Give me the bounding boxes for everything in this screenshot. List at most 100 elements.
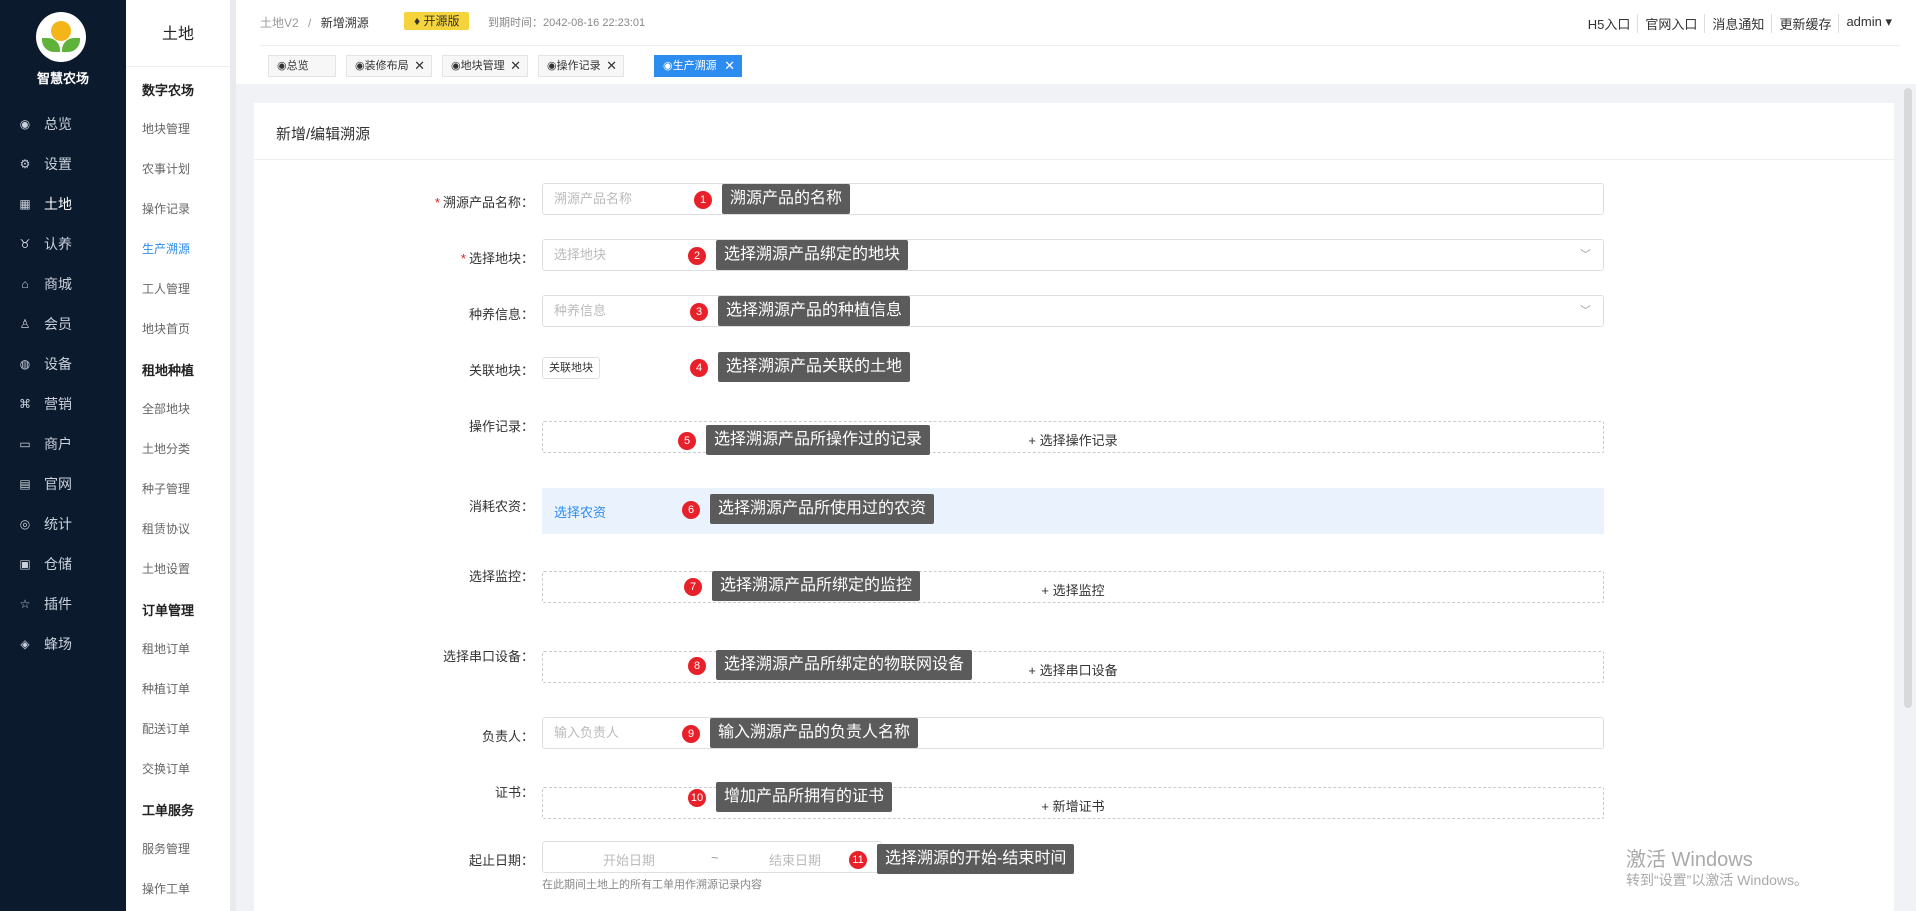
sidebar-item-bee[interactable]: ◈ 蜂场 (18, 629, 118, 659)
date-hint: 在此期间土地上的所有工单用作溯源记录内容 (542, 879, 762, 891)
sidebar-item-adopt[interactable]: ♉ 认养 (18, 229, 118, 259)
cert-label: 证书： (494, 785, 534, 800)
tab-operation-records[interactable]: ◉操作记录 ✕ (538, 55, 624, 77)
bee-icon: ◈ (20, 637, 30, 651)
submenu-item-delivery-orders[interactable]: 配送订单 (142, 720, 190, 737)
sidebar-item-plugin[interactable]: ☆ 插件 (18, 589, 118, 619)
select-monitor-button[interactable]: + 选择监控 (543, 580, 1603, 599)
end-date-input[interactable]: 结束日期 (769, 850, 821, 869)
sidebar-item-stats[interactable]: ◎ 统计 (18, 509, 118, 539)
close-icon[interactable]: ✕ (414, 56, 425, 76)
nav-h5-entry[interactable]: H5入口 (1581, 14, 1639, 33)
select-ops-box[interactable]: + 选择操作记录 (542, 421, 1604, 453)
submenu-item-land-category[interactable]: 土地分类 (142, 440, 190, 457)
callout-tooltip: 选择溯源产品关联的土地 (718, 352, 911, 382)
farm-logo (36, 12, 86, 62)
breadcrumb-root[interactable]: 土地V2 (260, 16, 299, 30)
select-farm-supplies-link[interactable]: 选择农资 (554, 502, 606, 521)
warehouse-icon: ▣ (19, 557, 31, 571)
submenu-item-land-settings[interactable]: 土地设置 (142, 560, 190, 577)
submenu-item-plot-home[interactable]: 地块首页 (142, 320, 190, 337)
marketing-icon: ⌘ (19, 397, 31, 411)
close-icon[interactable]: ✕ (606, 56, 617, 76)
monitor-label: 选择监控： (468, 569, 534, 584)
submenu-item-farming-plan[interactable]: 农事计划 (142, 160, 190, 177)
grid-icon: ▦ (19, 197, 31, 211)
tab-plot-management[interactable]: ◉地块管理 ✕ (442, 55, 528, 77)
callout-number: 9 (682, 725, 700, 743)
submenu-item-plot-management[interactable]: 地块管理 (142, 120, 190, 137)
submenu-item-rent-orders[interactable]: 租地订单 (142, 640, 190, 657)
sidebar-item-website[interactable]: ▤ 官网 (18, 469, 118, 499)
callout-tooltip: 选择溯源产品绑定的地块 (716, 240, 909, 270)
callout-tooltip: 输入溯源产品的负责人名称 (710, 718, 919, 748)
submenu-item-work-orders[interactable]: 操作工单 (142, 880, 190, 897)
submenu-item-lease-agreement[interactable]: 租赁协议 (142, 520, 190, 537)
sidebar-item-land[interactable]: ▦ 土地 (18, 189, 132, 219)
callout-number: 11 (849, 851, 867, 869)
sidebar-item-warehouse[interactable]: ▣ 仓储 (18, 549, 118, 579)
breadcrumb-current: 新增溯源 (320, 16, 369, 30)
sidebar-item-mall[interactable]: ⌂ 商城 (18, 269, 118, 299)
submenu-item-seed-management[interactable]: 种子管理 (142, 480, 190, 497)
submenu-item-worker-management[interactable]: 工人管理 (142, 280, 190, 297)
owner-input[interactable]: 输入负责人 (542, 717, 1604, 749)
sidebar-item-settings[interactable]: ⚙ 设置 (18, 149, 118, 179)
sidebar-item-merchant[interactable]: ▭ 商户 (18, 429, 118, 459)
gear-icon: ⚙ (19, 157, 31, 171)
callout-tooltip: 选择溯源产品所操作过的记录 (706, 425, 931, 455)
nav-notifications[interactable]: 消息通知 (1705, 14, 1773, 33)
brand-name: 智慧农场 (36, 71, 89, 86)
divider (126, 66, 230, 67)
submenu-item-exchange-orders[interactable]: 交换订单 (142, 760, 190, 777)
callout-tooltip: 选择溯源的开始-结束时间 (877, 844, 1075, 874)
stats-icon: ◎ (19, 517, 31, 531)
tab-decoration-layout[interactable]: ◉装修布局 ✕ (346, 55, 432, 77)
submenu-group-orders: 订单管理 (142, 603, 195, 618)
member-icon: ♙ (19, 317, 31, 331)
divider (254, 159, 1894, 160)
farm-supplies-box: 选择农资 (542, 488, 1604, 534)
merchant-icon: ▭ (19, 437, 31, 451)
callout-number: 8 (688, 657, 706, 675)
device-icon: ◍ (19, 357, 31, 371)
start-date-input[interactable]: 开始日期 (603, 850, 655, 869)
submenu-group-work-service: 工单服务 (142, 803, 195, 818)
tab-production-trace[interactable]: ◉生产溯源 ✕ (654, 55, 742, 77)
sidebar-item-member[interactable]: ♙ 会员 (18, 309, 118, 339)
page-scrollbar[interactable] (1904, 88, 1912, 708)
callout-number: 7 (684, 578, 702, 596)
store-icon: ⌂ (21, 277, 29, 291)
owner-label: 负责人： (481, 729, 534, 744)
chevron-down-icon: ﹀ (1580, 249, 1591, 261)
callout-number: 2 (688, 247, 706, 265)
submenu-item-production-trace[interactable]: 生产溯源 (142, 240, 190, 257)
callout-number: 4 (690, 359, 708, 377)
divider (260, 45, 1900, 46)
plugin-icon: ☆ (19, 597, 31, 611)
edition-badge: ♦ 开源版 (404, 12, 470, 30)
top-nav: H5入口 官网入口 消息通知 更新缓存 admin ▾ (1581, 14, 1892, 33)
sidebar-item-device[interactable]: ◍ 设备 (18, 349, 118, 379)
nav-website-entry[interactable]: 官网入口 (1638, 14, 1706, 33)
submenu-item-service-management[interactable]: 服务管理 (142, 840, 190, 857)
date-range-picker[interactable]: 开始日期 ~ 结束日期 (542, 841, 882, 873)
select-ops-button[interactable]: + 选择操作记录 (543, 430, 1603, 449)
sidebar-item-marketing[interactable]: ⌘ 营销 (18, 389, 118, 419)
callout-number: 6 (682, 501, 700, 519)
submenu-gutter (230, 0, 236, 911)
link-plot-button[interactable]: 关联地块 (542, 357, 600, 379)
dashboard-icon: ◉ (19, 117, 31, 131)
submenu-item-operation-records[interactable]: 操作记录 (142, 200, 190, 217)
submenu-item-planting-orders[interactable]: 种植订单 (142, 680, 190, 697)
nav-refresh-cache[interactable]: 更新缓存 (1772, 14, 1840, 33)
main-sidebar: 智慧农场 ◉ 总览 ⚙ 设置 ▦ 土地 ♉ 认养 ⌂ 商城 ♙ 会员 ◍ 设备 ⌘ 营销 ▭ 商户… (0, 0, 132, 911)
close-icon[interactable]: ✕ (724, 56, 735, 76)
windows-watermark: 激活 Windows (1626, 849, 1753, 871)
close-icon[interactable]: ✕ (510, 56, 521, 76)
submenu-title: 土地 (161, 26, 194, 43)
sidebar-item-overview[interactable]: ◉ 总览 (18, 109, 118, 139)
nav-admin-menu[interactable]: admin ▾ (1839, 14, 1892, 33)
tab-overview[interactable]: ◉总览 (268, 55, 336, 77)
submenu-item-all-plots[interactable]: 全部地块 (142, 400, 190, 417)
